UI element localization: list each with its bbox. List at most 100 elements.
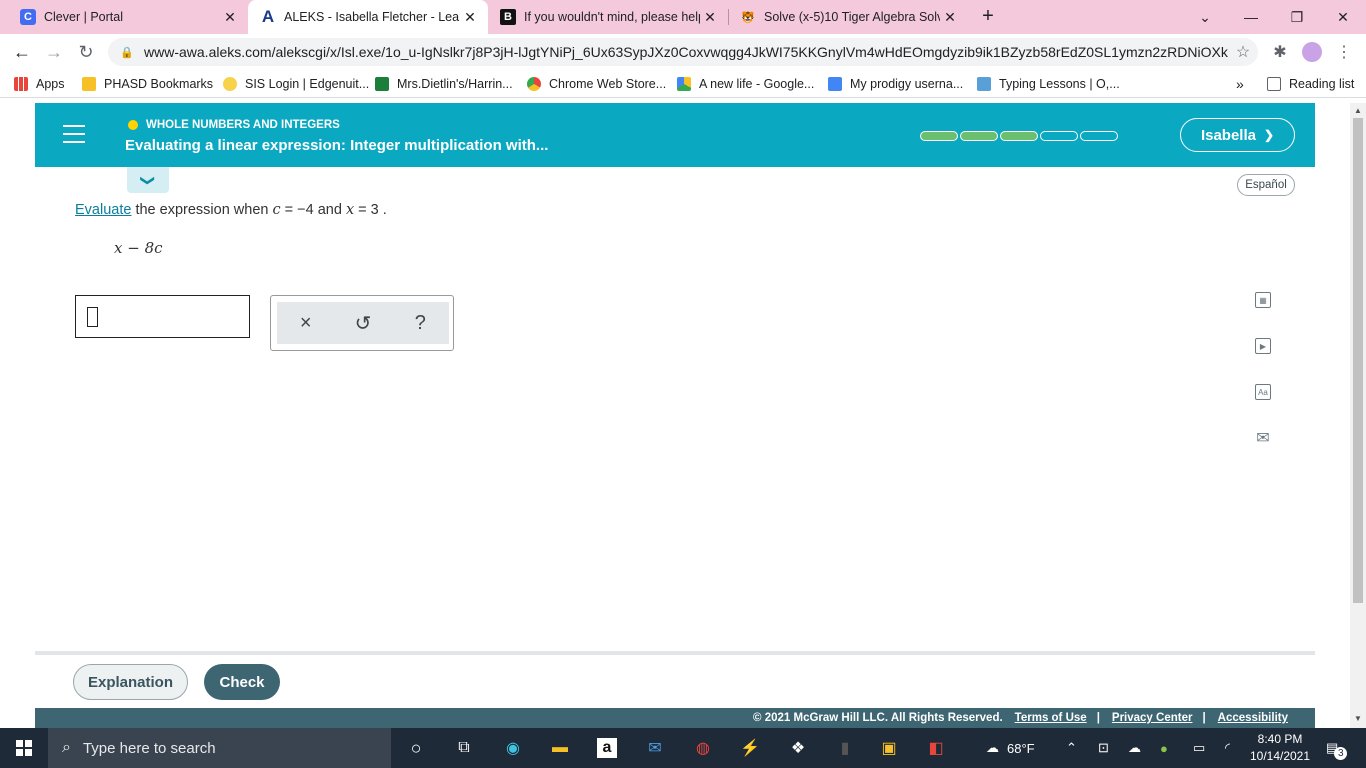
restore-icon[interactable]: ❐ — [1274, 0, 1320, 34]
bookmark-sis-login[interactable]: SIS Login | Edgenuit... — [223, 75, 369, 93]
bookmarks-bar: Apps PHASD Bookmarks SIS Login | Edgenui… — [0, 70, 1366, 98]
collapse-toggle-button[interactable]: ❯ — [127, 167, 169, 193]
url-text[interactable]: www-awa.aleks.com/alekscgi/x/Isl.exe/1o_… — [144, 44, 1228, 60]
search-placeholder: Type here to search — [82, 739, 216, 757]
store-icon[interactable]: ▣ — [877, 736, 901, 760]
dictionary-icon[interactable]: Aa — [1251, 380, 1275, 404]
espanol-button[interactable]: Español — [1237, 174, 1295, 196]
amazon-icon[interactable]: a — [595, 736, 619, 760]
tab-tiger-algebra[interactable]: 🐯 Solve (x-5)10 Tiger Algebra Solver ✕ — [728, 0, 968, 34]
explanation-button[interactable]: Explanation — [73, 664, 188, 700]
forward-icon[interactable]: → — [42, 40, 66, 64]
clever-icon: C — [20, 9, 36, 25]
tab-search-icon[interactable]: ⌄ — [1182, 0, 1228, 34]
value-x: = 3 . — [354, 202, 387, 218]
video-icon[interactable]: ▶ — [1251, 334, 1275, 358]
mail-icon[interactable]: ✉ — [1251, 426, 1275, 450]
bookmark-mrs-dietlin[interactable]: Mrs.Dietlin's/Harrin... — [375, 75, 513, 93]
accessibility-link[interactable]: Accessibility — [1218, 712, 1288, 724]
answer-input[interactable] — [75, 295, 250, 338]
page-gutter-right — [1315, 98, 1350, 728]
tab-brainly[interactable]: B If you wouldn't mind, please help ✕ — [488, 0, 728, 34]
office-icon[interactable]: ◧ — [924, 736, 948, 760]
bookmark-chrome-store[interactable]: Chrome Web Store... — [527, 75, 666, 93]
file-explorer-icon[interactable]: ▬ — [548, 736, 572, 760]
scroll-down-icon[interactable]: ▼ — [1350, 714, 1366, 723]
dropbox-icon[interactable]: ❖ — [786, 736, 810, 760]
wifi-icon[interactable]: ◜ — [1225, 728, 1230, 768]
new-tab-button[interactable]: + — [976, 5, 1000, 29]
bookmark-apps[interactable]: Apps — [14, 75, 65, 93]
reading-list-label: Reading list — [1289, 77, 1355, 91]
aleks-page: WHOLE NUMBERS AND INTEGERS Evaluating a … — [35, 103, 1315, 728]
show-hidden-icons[interactable]: ⌃ — [1066, 728, 1077, 768]
progress-segment — [1000, 131, 1038, 141]
bookmark-phasd[interactable]: PHASD Bookmarks — [82, 75, 213, 93]
mail-app-icon[interactable]: ✉ — [643, 736, 667, 760]
clear-button[interactable]: × — [286, 312, 326, 335]
tab-aleks[interactable]: A ALEKS - Isabella Fletcher - Learn ✕ — [248, 0, 488, 34]
tab-title: ALEKS - Isabella Fletcher - Learn — [284, 10, 460, 24]
google-drive-icon — [677, 77, 691, 91]
minimize-icon[interactable]: — — [1228, 0, 1274, 34]
cortana-icon[interactable]: ○ — [404, 736, 428, 760]
progress-bar — [920, 131, 1120, 141]
reload-icon[interactable]: ↻ — [74, 40, 98, 64]
url-field[interactable]: 🔒 www-awa.aleks.com/alekscgi/x/Isl.exe/1… — [108, 38, 1258, 66]
user-menu-button[interactable]: Isabella ❯ — [1180, 118, 1295, 152]
weather-widget[interactable]: ☁ 68°F — [986, 728, 1035, 768]
more-bookmarks-icon[interactable]: » — [1236, 75, 1244, 93]
back-icon[interactable]: ← — [10, 40, 34, 64]
tab-clever[interactable]: C Clever | Portal ✕ — [8, 0, 248, 34]
help-button[interactable]: ? — [400, 312, 440, 335]
extensions-icon[interactable]: ✱ — [1268, 40, 1292, 64]
chrome-icon[interactable]: ◍ — [691, 736, 715, 760]
terms-link[interactable]: Terms of Use — [1015, 712, 1087, 724]
progress-segment — [1080, 131, 1118, 141]
profile-avatar[interactable] — [1300, 40, 1324, 64]
bookmark-label: Chrome Web Store... — [549, 77, 667, 91]
edge-icon[interactable]: ◉ — [501, 736, 525, 760]
hamburger-menu-icon[interactable] — [63, 125, 85, 143]
bookmark-typing-lessons[interactable]: Typing Lessons | O,... — [977, 75, 1120, 93]
aleks-header: WHOLE NUMBERS AND INTEGERS Evaluating a … — [35, 103, 1315, 167]
undo-button[interactable]: ↺ — [343, 311, 383, 336]
taskbar-clock[interactable]: 8:40 PM 10/14/2021 — [1245, 731, 1315, 765]
action-footer: Explanation Check — [35, 651, 1315, 708]
page-scrollbar[interactable]: ▲ ▼ — [1350, 103, 1366, 728]
bookmark-star-icon[interactable]: ☆ — [1228, 42, 1258, 62]
check-button[interactable]: Check — [204, 664, 280, 700]
privacy-link[interactable]: Privacy Center — [1112, 712, 1193, 724]
topic-status-dot — [128, 120, 138, 130]
onedrive-icon[interactable]: ☁ — [1128, 728, 1141, 768]
meet-now-icon[interactable]: ⊡ — [1098, 728, 1109, 768]
menu-kebab-icon[interactable]: ⋮ — [1332, 40, 1356, 64]
close-tab-icon[interactable]: ✕ — [940, 9, 960, 26]
bookmark-label: SIS Login | Edgenuit... — [245, 77, 370, 91]
scroll-up-icon[interactable]: ▲ — [1350, 106, 1366, 115]
task-view-icon[interactable]: ⧉ — [452, 736, 476, 760]
close-tab-icon[interactable]: ✕ — [460, 9, 480, 26]
close-tab-icon[interactable]: ✕ — [700, 9, 720, 26]
bookmark-prodigy[interactable]: My prodigy userna... — [828, 75, 963, 93]
app-icon[interactable]: ⚡ — [738, 736, 762, 760]
windows-start-button[interactable] — [0, 728, 48, 768]
problem-prompt: Evaluate the expression when c = −4 and … — [75, 202, 387, 218]
reading-list-button[interactable]: Reading list — [1267, 75, 1354, 93]
input-cursor-box — [87, 307, 98, 327]
tray-app-icon[interactable]: ● — [1160, 728, 1168, 768]
windows-logo-icon — [16, 740, 32, 756]
typing-icon — [977, 77, 991, 91]
chevron-down-icon: ❯ — [1263, 128, 1275, 142]
bookmark-new-life[interactable]: A new life - Google... — [677, 75, 814, 93]
calculator-icon[interactable]: ▦ — [1251, 288, 1275, 312]
evaluate-link[interactable]: Evaluate — [75, 202, 131, 218]
copyright-text: © 2021 McGraw Hill LLC. All Rights Reser… — [753, 712, 1003, 724]
taskbar-search-box[interactable]: ⌕ Type here to search — [48, 728, 391, 768]
close-window-icon[interactable]: ✕ — [1320, 0, 1366, 34]
close-tab-icon[interactable]: ✕ — [220, 9, 240, 26]
notifications-button[interactable]: ▤ 3 — [1326, 728, 1348, 768]
app-icon[interactable]: ▮ — [833, 736, 857, 760]
scrollbar-thumb[interactable] — [1353, 118, 1363, 603]
battery-icon[interactable]: ▭ — [1193, 728, 1205, 768]
